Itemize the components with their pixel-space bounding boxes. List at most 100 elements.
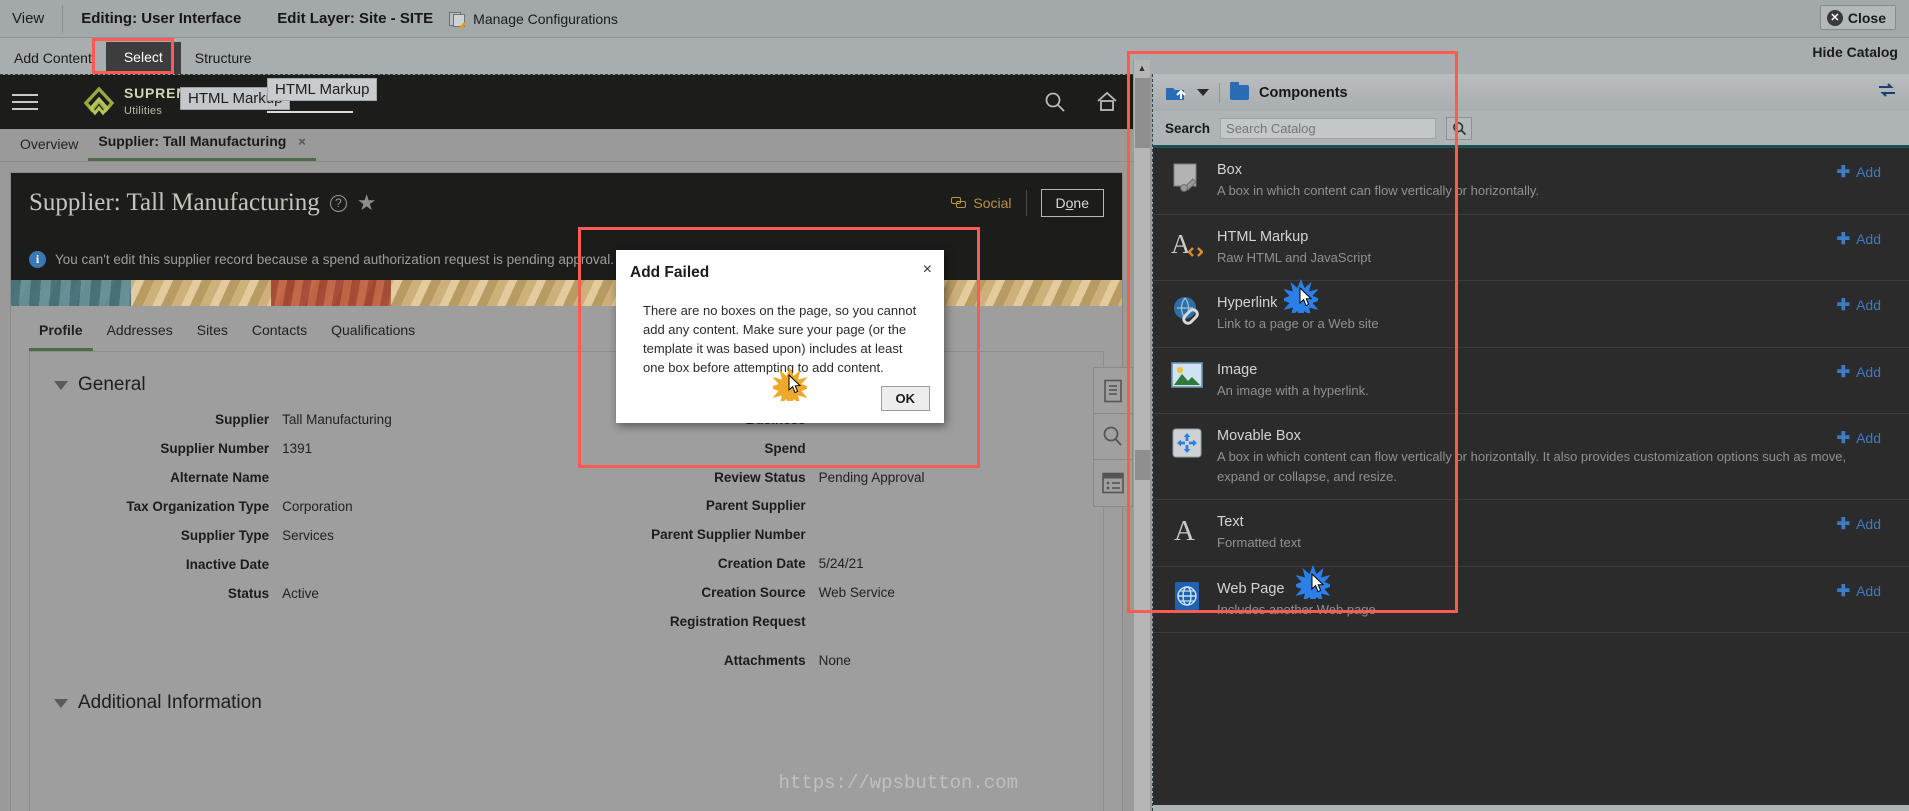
app-global-header: SUPREMO Utilities HTML Markup HTML Marku… <box>0 75 1133 129</box>
catalog-item-hyperlink[interactable]: Hyperlink Link to a page or a Web site ✚… <box>1153 279 1909 348</box>
page-tab-supplier-label: Supplier: Tall Manufacturing <box>98 133 287 149</box>
watermark: https://wpsbutton.com <box>778 772 1018 794</box>
catalog-item-html-markup[interactable]: A HTML Markup Raw HTML and JavaScript ✚ … <box>1153 215 1909 281</box>
record-header: Supplier: Tall Manufacturing ? ★ Social … <box>11 173 1122 251</box>
plus-icon: ✚ <box>1836 164 1851 181</box>
sub-tab-sites[interactable]: Sites <box>187 318 238 351</box>
add-button[interactable]: ✚ Add <box>1837 581 1881 601</box>
add-button[interactable]: ✚ Add <box>1837 295 1881 315</box>
field-value: Tall Manufacturing <box>282 412 392 427</box>
menu-icon[interactable] <box>12 89 38 115</box>
catalog-item-movable-box[interactable]: Movable Box A box in which content can f… <box>1153 414 1909 500</box>
chevron-down-icon[interactable] <box>1197 89 1209 96</box>
tab-add-content[interactable]: Add Content <box>0 44 106 74</box>
view-menu[interactable]: View <box>0 4 64 33</box>
record-page: Supplier: Tall Manufacturing ? ★ Social … <box>10 172 1123 811</box>
add-label: Add <box>1856 297 1881 313</box>
brand-subtitle: Utilities <box>124 105 163 117</box>
add-button[interactable]: ✚ Add <box>1837 162 1881 182</box>
catalog-item-desc: An image with a hyperlink. <box>1217 382 1369 398</box>
add-label: Add <box>1856 363 1881 380</box>
field-value: 1391 <box>282 441 313 456</box>
document-tool-button[interactable] <box>1094 368 1132 414</box>
done-button[interactable]: Done <box>1040 189 1104 217</box>
svg-text:A: A <box>1171 229 1191 259</box>
field-value: Pending Approval <box>818 470 925 485</box>
search-button[interactable] <box>1446 116 1473 140</box>
supremo-logo-icon <box>82 86 116 118</box>
plus-icon: ✚ <box>1836 582 1851 600</box>
field-row: Spend <box>567 441 1104 456</box>
field-value: Active <box>282 586 319 601</box>
svg-text:A: A <box>1174 515 1195 545</box>
add-button[interactable]: ✚ Add <box>1837 428 1881 448</box>
divider <box>1025 190 1027 216</box>
field-label: Review Status <box>714 470 806 485</box>
ok-button[interactable]: OK <box>880 386 930 411</box>
additional-information-header[interactable]: Additional Information <box>30 682 1103 714</box>
collapse-triangle-icon[interactable] <box>54 380 68 390</box>
catalog-item-image[interactable]: Image An image with a hyperlink. ✚ Add <box>1153 348 1909 414</box>
home-icon[interactable] <box>1095 90 1119 114</box>
additional-section-title: Additional Information <box>78 692 262 713</box>
canvas-scrollbar[interactable]: ▲ <box>1133 60 1150 811</box>
edit-layer-label: Edit Layer: Site - SITE <box>277 10 434 27</box>
scrollbar-thumb[interactable] <box>1135 78 1150 148</box>
open-folder-icon[interactable] <box>1165 83 1187 103</box>
add-failed-dialog: Add Failed × There are no boxes on the p… <box>616 250 944 423</box>
add-button[interactable]: ✚ Add <box>1837 514 1881 534</box>
add-button[interactable]: ✚ Add <box>1837 229 1881 249</box>
folder-icon <box>1230 82 1249 100</box>
field-row: Registration Request <box>567 614 1104 629</box>
manage-configurations-label: Manage Configurations <box>473 10 618 27</box>
search-input[interactable] <box>1220 117 1437 139</box>
list-tool-button[interactable] <box>1094 460 1132 506</box>
plus-icon: ✚ <box>1836 516 1851 533</box>
page-tab-supplier[interactable]: Supplier: Tall Manufacturing × <box>88 130 316 161</box>
catalog-item-box[interactable]: Box A box in which content can flow vert… <box>1153 148 1909 215</box>
text-icon: A <box>1171 513 1203 547</box>
catalog-item-desc: Includes another Web page <box>1217 601 1376 617</box>
dialog-close-icon[interactable]: × <box>923 261 932 279</box>
page-tab-overview[interactable]: Overview <box>10 133 88 161</box>
sub-tab-qualifications[interactable]: Qualifications <box>321 318 425 351</box>
image-icon <box>1171 361 1203 393</box>
search-tool-button[interactable] <box>1094 414 1132 460</box>
manage-configurations-link[interactable]: Manage Configurations <box>443 10 618 29</box>
close-tab-icon[interactable]: × <box>298 134 306 149</box>
field-label: Tax Organization Type <box>126 499 270 514</box>
help-icon[interactable]: ? <box>329 194 347 212</box>
hide-catalog-link[interactable]: Hide Catalog <box>1812 44 1898 60</box>
form-column-left: Supplier Tall Manufacturing Supplier Num… <box>30 402 567 682</box>
field-label: Status <box>227 586 270 601</box>
catalog-item-text[interactable]: A Text Formatted text ✚ Add <box>1153 500 1909 567</box>
tab-structure[interactable]: Structure <box>181 44 266 74</box>
favorite-star-icon[interactable]: ★ <box>357 190 377 216</box>
field-label: Creation Date <box>717 556 806 571</box>
form-column-right: Business Spend Review Status Pending App… <box>567 402 1104 682</box>
application-canvas: SUPREMO Utilities HTML Markup HTML Marku… <box>0 74 1133 811</box>
field-row: Tax Organization Type Corporation <box>30 499 567 514</box>
sub-tab-contacts[interactable]: Contacts <box>242 318 317 351</box>
add-button[interactable]: ✚ Add <box>1837 362 1881 382</box>
social-icon <box>951 197 967 209</box>
scrollbar-thumb-secondary[interactable] <box>1135 450 1150 480</box>
search-icon[interactable] <box>1043 90 1067 114</box>
add-label: Add <box>1856 164 1881 180</box>
sub-tab-addresses[interactable]: Addresses <box>97 318 183 351</box>
collapse-triangle-icon[interactable] <box>54 698 68 708</box>
info-message: You can't edit this supplier record beca… <box>55 252 614 267</box>
field-row: Parent Supplier Number <box>567 527 1104 542</box>
close-button[interactable]: ✕ Close <box>1819 5 1896 30</box>
field-row: Supplier Number 1391 <box>30 441 567 456</box>
tab-select[interactable]: Select <box>105 42 181 74</box>
configurations-icon <box>449 11 468 29</box>
catalog-item-name: Box <box>1217 162 1242 178</box>
social-button[interactable]: Social <box>951 195 1012 211</box>
field-label: Creation Source <box>701 585 806 600</box>
refresh-icon[interactable] <box>1877 81 1897 104</box>
scroll-up-arrow[interactable]: ▲ <box>1134 60 1150 76</box>
plus-icon: ✚ <box>1836 430 1851 447</box>
catalog-item-web-page[interactable]: Web Page Includes another Web page ✚ Add <box>1153 564 1909 633</box>
sub-tab-profile[interactable]: Profile <box>29 318 93 351</box>
